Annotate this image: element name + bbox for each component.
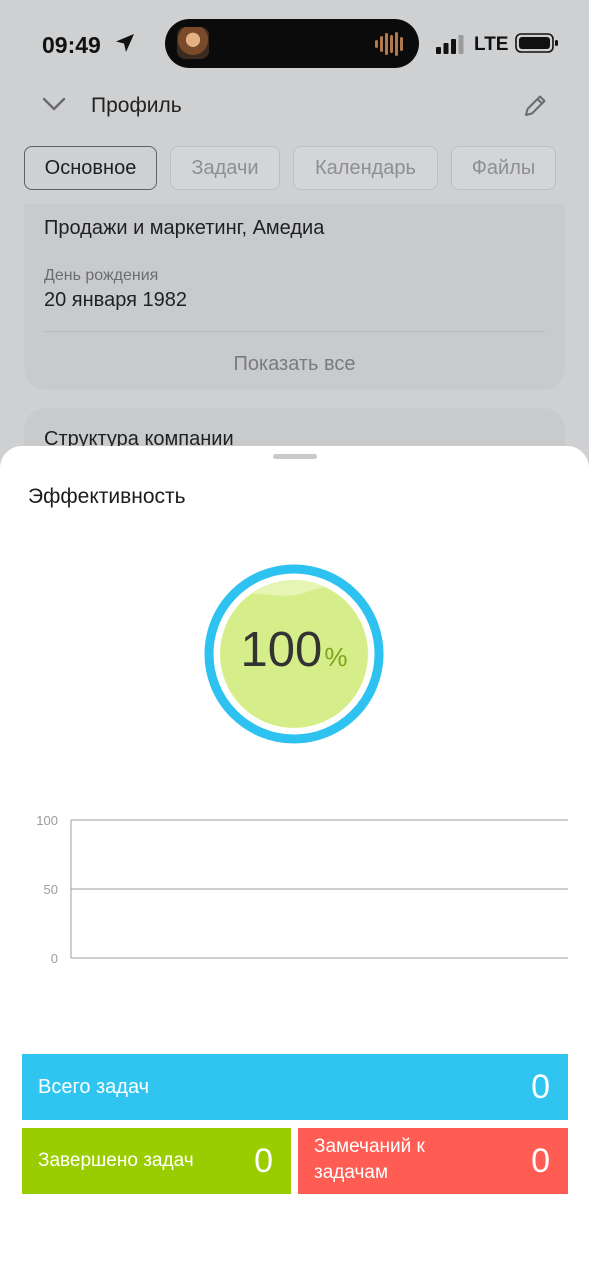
- status-bar: 09:49 LTE: [0, 0, 589, 86]
- pencil-icon[interactable]: [521, 92, 549, 120]
- sheet-title: Эффективность: [28, 485, 186, 508]
- page-title: Профиль: [91, 94, 182, 117]
- tab-tasks[interactable]: Задачи: [170, 146, 280, 190]
- completed-tasks-label: Завершено задач: [38, 1150, 194, 1171]
- audio-wave-icon: [375, 32, 403, 56]
- location-arrow-icon: [116, 34, 134, 52]
- task-remarks-value: 0: [531, 1142, 550, 1180]
- page-header: Профиль: [0, 86, 589, 130]
- gauge-number: 100: [240, 623, 323, 677]
- status-time: 09:49: [42, 32, 101, 58]
- gauge-unit: %: [324, 642, 348, 672]
- show-all-button[interactable]: Показать все: [24, 353, 565, 376]
- completed-tasks-tile[interactable]: Завершено задач 0: [22, 1128, 291, 1194]
- task-remarks-label-line1: Замечаний к: [314, 1136, 425, 1157]
- y-tick-label: 50: [44, 882, 58, 897]
- task-remarks-tile[interactable]: Замечаний к задачам 0: [298, 1128, 568, 1194]
- total-tasks-tile[interactable]: Всего задач 0: [22, 1054, 568, 1120]
- dynamic-island[interactable]: [165, 19, 419, 68]
- total-tasks-value: 0: [531, 1068, 550, 1106]
- tab-calendar[interactable]: Календарь: [293, 146, 438, 190]
- sheet-grabber[interactable]: [273, 454, 317, 459]
- y-tick-label: 0: [51, 951, 58, 966]
- department-text: Продажи и маркетинг, Амедиа: [44, 217, 325, 239]
- efficiency-sheet: Эффективность 100% 100 50 0 Всего задач 0 …: [0, 446, 589, 1280]
- efficiency-chart: 100 50 0: [36, 813, 568, 966]
- network-type: LTE: [474, 34, 509, 55]
- chevron-down-icon[interactable]: [41, 96, 67, 112]
- tab-main[interactable]: Основное: [24, 146, 157, 190]
- battery-icon: [515, 33, 558, 53]
- total-tasks-label: Всего задач: [38, 1076, 150, 1098]
- efficiency-gauge: 100%: [202, 562, 386, 746]
- tab-files[interactable]: Файлы: [451, 146, 556, 190]
- task-remarks-label-line2: задачам: [314, 1162, 389, 1183]
- divider: [44, 331, 545, 332]
- gauge-value: 100%: [202, 622, 386, 678]
- completed-tasks-value: 0: [254, 1142, 273, 1180]
- profile-info-card: Продажи и маркетинг, Амедиа День рождени…: [24, 204, 565, 390]
- tab-bar: Основное Задачи Календарь Файлы: [0, 146, 589, 192]
- avatar: [177, 27, 209, 59]
- y-tick-label: 100: [36, 813, 58, 828]
- signal-icon: [436, 35, 464, 54]
- birthday-label: День рождения: [44, 267, 159, 284]
- birthday-value: 20 января 1982: [44, 289, 187, 311]
